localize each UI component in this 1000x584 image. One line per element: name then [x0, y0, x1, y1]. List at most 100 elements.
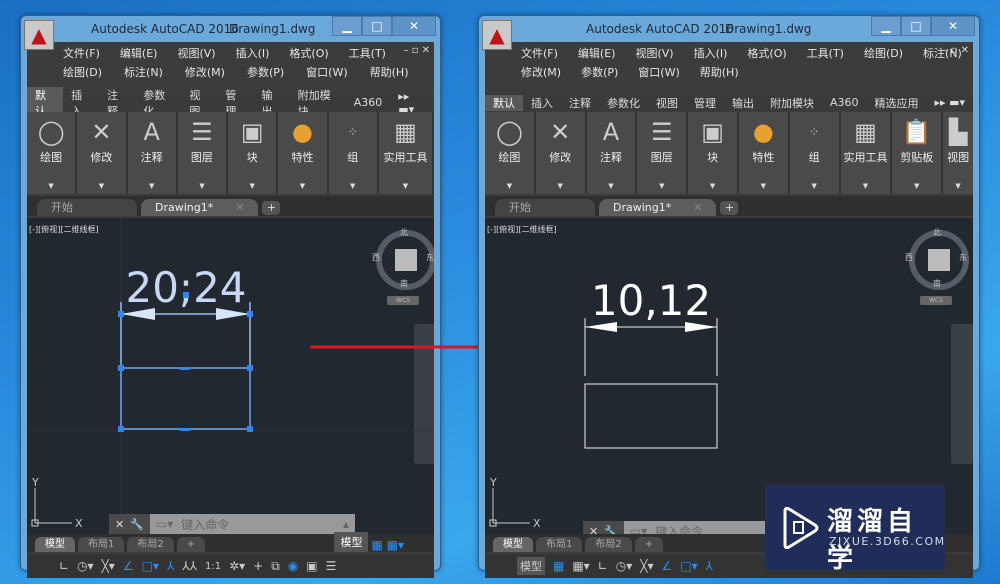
selected-rectangle[interactable] [120, 367, 251, 430]
annotation-visibility-icon[interactable]: ⅄ [167, 559, 174, 573]
close-button[interactable]: ✕ [392, 16, 436, 36]
command-line[interactable]: ✕ 🔧 ▭▾ 键入命令 ▲ [109, 514, 355, 534]
tab-layout1[interactable]: 布局1 [78, 537, 125, 552]
menu-icon[interactable]: ☰ [326, 559, 337, 573]
maximize-button[interactable]: □ [362, 16, 392, 36]
rectangle[interactable] [584, 383, 718, 449]
isodraft-icon[interactable]: ╳▾ [102, 559, 115, 573]
menu-draw[interactable]: 绘图(D) [63, 64, 102, 80]
ribbon-tab[interactable]: 参数化 [599, 95, 648, 111]
ribbon-tab[interactable]: A360 [346, 96, 391, 109]
drawing-canvas[interactable]: [-][俯视][二维线框] 北南东西 WCS 20;24 Y X ✕ 🔧 ▭▾ 键… [27, 218, 434, 534]
menu-window[interactable]: 窗口(W) [306, 64, 347, 80]
ribbon-tab[interactable]: 精选应用 [867, 95, 927, 111]
panel-properties[interactable]: ● 特性 ▼ [739, 112, 790, 194]
isodraft-icon[interactable]: ╳▾ [640, 559, 653, 573]
osnap-icon[interactable]: □▾ [142, 559, 159, 573]
menu-view[interactable]: 视图(V) [177, 45, 215, 61]
wrench-icon[interactable]: 🔧 [130, 518, 144, 531]
menu-modify[interactable]: 修改(M) [521, 64, 561, 80]
tab-drawing1[interactable]: Drawing1* ✕ [599, 199, 717, 216]
grid-icon[interactable]: ▦ ▦▾ [371, 538, 434, 552]
snap-icon[interactable]: ▦▾ [572, 559, 589, 573]
menu-insert[interactable]: 插入(I) [694, 45, 728, 61]
command-line[interactable]: ✕ 🔧 ▭▾ 键入命令 [583, 521, 783, 534]
menu-view[interactable]: 视图(V) [635, 45, 673, 61]
ortho-icon[interactable]: ∟ [59, 559, 69, 573]
menu-insert[interactable]: 插入(I) [236, 45, 270, 61]
panel-clipboard[interactable]: 📋 剪贴板 ▼ [892, 112, 944, 194]
menu-draw[interactable]: 绘图(D) [864, 45, 903, 61]
wrench-icon[interactable]: 🔧 [604, 525, 618, 535]
hardware-accel-icon[interactable]: ◉ [288, 559, 298, 573]
menu-modify[interactable]: 修改(M) [185, 64, 225, 80]
tab-layout2[interactable]: 布局2 [127, 537, 174, 552]
application-menu-button[interactable]: ▲ [24, 20, 54, 50]
command-history-icon[interactable]: ▲ [343, 520, 349, 529]
menu-help[interactable]: 帮助(H) [700, 64, 739, 80]
dimension-text[interactable]: 20;24 [125, 263, 246, 312]
close-tab-icon[interactable]: ✕ [693, 201, 702, 214]
menu-format[interactable]: 格式(O) [747, 45, 786, 61]
ribbon-tab[interactable]: A360 [822, 96, 867, 109]
close-icon[interactable]: ✕ [589, 525, 598, 535]
fullscreen-icon[interactable]: ▣ [306, 559, 317, 573]
ribbon-tab[interactable]: 管理 [686, 95, 724, 111]
menu-edit[interactable]: 编辑(E) [120, 45, 158, 61]
polar-icon[interactable]: ◷▾ [616, 559, 633, 573]
mdi-controls[interactable]: – ▫ ✕ [942, 45, 969, 56]
panel-draw[interactable]: ◯ 绘图 ▼ [27, 112, 78, 194]
tab-layout1[interactable]: 布局1 [536, 537, 583, 552]
gear-icon[interactable]: ✲▾ [229, 559, 245, 573]
menu-dimension[interactable]: 标注(N) [124, 64, 163, 80]
minimize-button[interactable]: ▁ [332, 16, 362, 36]
menu-edit[interactable]: 编辑(E) [578, 45, 616, 61]
panel-modify[interactable]: ✕ 修改 ▼ [536, 112, 587, 194]
ribbon-tab[interactable]: 视图 [648, 95, 686, 111]
autoscale-icon[interactable]: ⅄⅄ [182, 559, 197, 573]
close-tab-icon[interactable]: ✕ [235, 201, 244, 214]
new-tab-button[interactable]: + [720, 201, 739, 215]
panel-view[interactable]: ▙ 视图 ▼ [943, 112, 973, 194]
command-input[interactable]: 键入命令 [181, 516, 343, 533]
add-layout-button[interactable]: + [634, 537, 664, 552]
minimize-button[interactable]: ▁ [871, 16, 901, 36]
close-icon[interactable]: ✕ [115, 518, 124, 531]
panel-utilities[interactable]: ▦ 实用工具 ▼ [379, 112, 435, 194]
tab-model[interactable]: 模型 [493, 537, 533, 552]
annotation-scale[interactable]: 1:1 [205, 561, 221, 572]
tab-start[interactable]: 开始 [495, 199, 595, 216]
ortho-icon[interactable]: ∟ [598, 559, 608, 573]
maximize-button[interactable]: □ [901, 16, 931, 36]
panel-block[interactable]: ▣ 块 ▼ [228, 112, 279, 194]
panel-annotation[interactable]: A 注释 ▼ [587, 112, 638, 194]
panel-properties[interactable]: ● 特性 ▼ [278, 112, 329, 194]
menu-format[interactable]: 格式(O) [289, 45, 328, 61]
menu-help[interactable]: 帮助(H) [370, 64, 409, 80]
menu-parametric[interactable]: 参数(P) [581, 64, 618, 80]
tab-layout2[interactable]: 布局2 [585, 537, 632, 552]
tab-model[interactable]: 模型 [35, 537, 75, 552]
polar-icon[interactable]: ◷▾ [77, 559, 94, 573]
menu-file[interactable]: 文件(F) [521, 45, 558, 61]
ribbon-tab[interactable]: 输出 [724, 95, 762, 111]
panel-annotation[interactable]: A 注释 ▼ [128, 112, 178, 194]
panel-draw[interactable]: ◯ 绘图 ▼ [485, 112, 536, 194]
new-tab-button[interactable]: + [262, 201, 281, 215]
panel-group[interactable]: ⁘ 组 ▼ [329, 112, 379, 194]
panel-group[interactable]: ⁘ 组 ▼ [790, 112, 841, 194]
model-space-button[interactable]: 模型 [517, 557, 545, 575]
ribbon-overflow-icon[interactable]: ▸▸ ▬▾ [927, 96, 973, 109]
grid-icon[interactable]: ▦ [553, 559, 564, 573]
menu-tools[interactable]: 工具(T) [807, 45, 844, 61]
command-input[interactable]: 键入命令 [655, 523, 783, 535]
plus-icon[interactable]: + [253, 559, 263, 573]
osnap-track-icon[interactable]: ∠ [123, 559, 134, 573]
panel-layers[interactable]: ☰ 图层 ▼ [178, 112, 229, 194]
panel-modify[interactable]: ✕ 修改 ▼ [77, 112, 128, 194]
panel-block[interactable]: ▣ 块 ▼ [688, 112, 739, 194]
isolate-icon[interactable]: ⧉ [271, 559, 280, 574]
tab-start[interactable]: 开始 [37, 199, 137, 216]
panel-utilities[interactable]: ▦ 实用工具 ▼ [841, 112, 893, 194]
ribbon-tab[interactable]: 附加模块 [762, 95, 822, 111]
